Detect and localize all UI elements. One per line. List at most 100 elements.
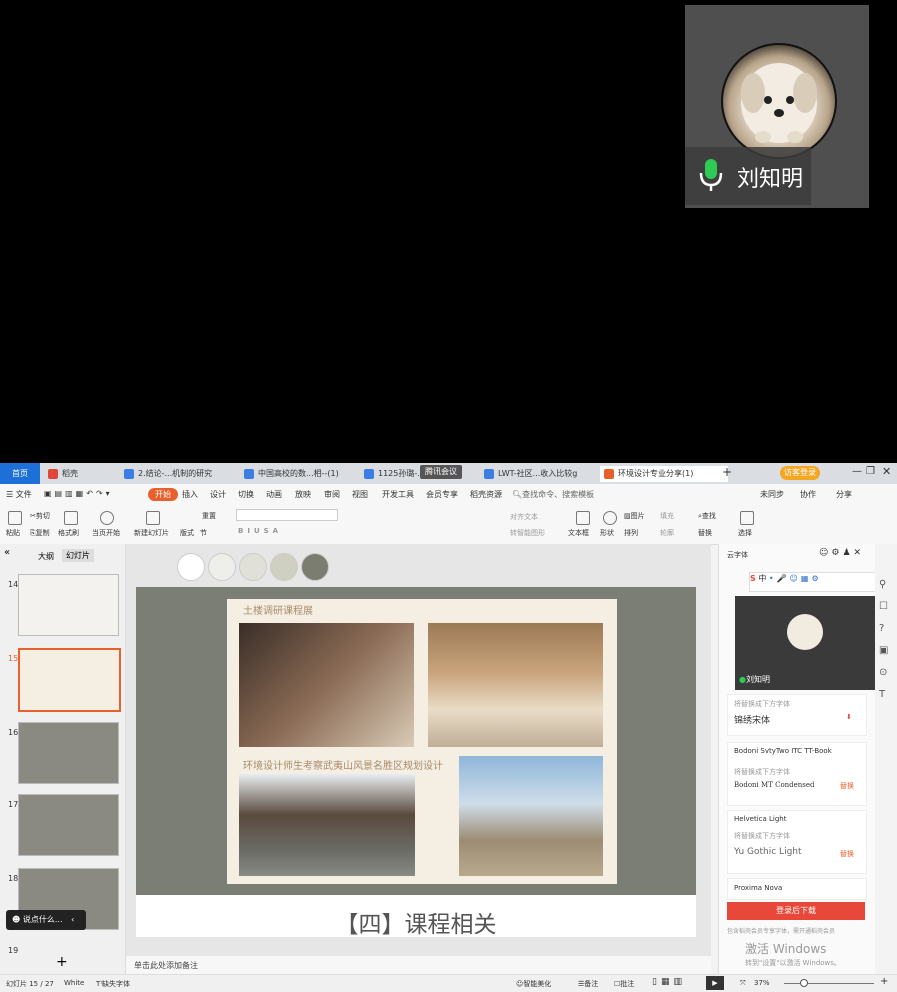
color-swatch[interactable]	[301, 553, 329, 581]
meeting-badge[interactable]: 腾讯会议	[420, 465, 462, 479]
tab-outline[interactable]: 大纲	[38, 551, 54, 562]
slide-thumbnail-15[interactable]	[18, 648, 121, 712]
play-from-current-button[interactable]: 当页开始	[92, 528, 120, 538]
comments-toggle[interactable]: ☐批注	[614, 979, 634, 989]
menu-review[interactable]: 审阅	[324, 489, 340, 500]
smart-beautify-button[interactable]: ☺智能美化	[516, 979, 551, 989]
tab-home[interactable]: 首页	[0, 463, 40, 484]
smart-art-button[interactable]: 转智能图形	[510, 528, 545, 538]
format-painter-label: 格式刷	[58, 529, 79, 537]
shape-button[interactable]: 形状	[600, 528, 614, 538]
new-slide-button[interactable]: 新建幻灯片	[134, 528, 169, 538]
sync-status[interactable]: 未同步	[760, 489, 784, 500]
play-slideshow-icon[interactable]: ▶	[706, 976, 724, 990]
add-slide-icon[interactable]: +	[56, 954, 68, 970]
mini-video-window[interactable]: ●刘知明	[735, 596, 875, 690]
current-slide[interactable]: 土楼调研课程展 环境设计师生考察武夷山风景名胜区规划设计 【四】课程相关	[136, 587, 696, 938]
menu-member[interactable]: 会员专享	[426, 489, 458, 500]
download-icon[interactable]: ⬇	[846, 713, 852, 721]
quick-access-icons[interactable]: ▣▤▥▦↶↷▾	[44, 489, 113, 498]
view-mode-icons[interactable]: ▯▦▥	[652, 977, 686, 987]
slide-number: 19	[8, 946, 19, 955]
arrange-button[interactable]: 排列	[624, 528, 638, 538]
align-text-button[interactable]: 对齐文本	[510, 512, 538, 522]
picture-button[interactable]: ▨图片	[624, 511, 645, 521]
outline-label: 轮廓	[660, 529, 674, 537]
cut-button[interactable]: ✂剪切	[30, 511, 50, 521]
slide-number: 14	[8, 580, 19, 589]
color-swatch[interactable]	[177, 553, 205, 581]
zoom-level: 37%	[754, 979, 770, 987]
section-button[interactable]: 节	[200, 528, 207, 538]
layout-button[interactable]: 版式	[180, 528, 194, 538]
tab-doc-4[interactable]: LWT-社区...收入比较g	[480, 466, 598, 482]
font-card[interactable]: Bodoni SvtyTwo ITC TT-Book 将替换成下方字体 Bodo…	[727, 742, 867, 806]
copy-button[interactable]: ⎘复制	[30, 528, 50, 538]
zoom-slider-handle[interactable]	[800, 979, 808, 987]
find-button[interactable]: ⌕查找	[698, 511, 716, 521]
menu-docer[interactable]: 稻壳资源	[470, 489, 502, 500]
format-painter-button[interactable]: 格式刷	[58, 528, 79, 538]
menu-developer[interactable]: 开发工具	[382, 489, 414, 500]
slide-thumbnail-17[interactable]	[18, 794, 119, 856]
tab-active-presentation[interactable]: 环境设计专业分享(1)	[600, 466, 728, 482]
color-swatch[interactable]	[208, 553, 236, 581]
tab-slides[interactable]: 幻灯片	[62, 549, 94, 562]
microphone-icon[interactable]	[697, 157, 725, 197]
paste-button[interactable]: 粘贴	[6, 528, 20, 538]
comments-label: 批注	[620, 980, 635, 988]
menu-home[interactable]: 开始	[148, 488, 178, 501]
reset-label: 重置	[202, 512, 216, 520]
participant-video-tile[interactable]: 刘知明	[685, 5, 869, 208]
font-family-select[interactable]	[236, 509, 338, 521]
menu-design[interactable]: 设计	[210, 489, 226, 500]
chat-input-bubble[interactable]: ☻ 说点什么... ‹	[6, 910, 86, 930]
menu-view[interactable]: 视图	[352, 489, 368, 500]
slide-thumbnail-14[interactable]	[18, 574, 119, 636]
ime-toolbar[interactable]: S 中 •🎤☺▦⚙	[749, 572, 878, 592]
login-download-button[interactable]: 登录后下载	[727, 902, 865, 920]
notes-toggle[interactable]: ☰备注	[578, 979, 598, 989]
slide-thumbnail-16[interactable]	[18, 722, 119, 784]
login-badge[interactable]: 访客登录	[780, 466, 820, 480]
participant-avatar	[721, 43, 837, 159]
menu-file[interactable]: ☰ 文件	[6, 489, 32, 500]
tab-doc-1[interactable]: 2.结论-...机制的研究	[120, 466, 238, 482]
panel-controls-icons[interactable]: ☺⚙♟✕	[819, 548, 864, 558]
collapse-panel-icon[interactable]: «	[4, 547, 10, 558]
menu-slideshow[interactable]: 放映	[295, 489, 311, 500]
restore-icon[interactable]: ❐	[866, 466, 875, 477]
zoom-in-icon[interactable]: +	[880, 976, 888, 987]
menu-insert[interactable]: 插入	[182, 489, 198, 500]
close-icon[interactable]: ✕	[882, 465, 891, 478]
text-box-label: 文本框	[568, 529, 589, 537]
new-tab-icon[interactable]: +	[722, 465, 732, 479]
fill-button[interactable]: 填充	[660, 511, 674, 521]
minimize-icon[interactable]: —	[852, 466, 862, 477]
replace-font-button[interactable]: 替换	[840, 849, 854, 859]
text-format-icons[interactable]: BIUSA	[238, 527, 282, 535]
select-button[interactable]: 选择	[738, 528, 752, 538]
share-button[interactable]: 分享	[836, 489, 852, 500]
collaborate-button[interactable]: 协作	[800, 489, 816, 500]
zoom-slider[interactable]	[784, 983, 874, 984]
replace-font-button[interactable]: 替换	[840, 781, 854, 791]
replace-button[interactable]: 替换	[698, 528, 712, 538]
tab-doc-2[interactable]: 中国高校的数...相--(1)	[240, 466, 358, 482]
color-swatch[interactable]	[239, 553, 267, 581]
text-box-button[interactable]: 文本框	[568, 528, 589, 538]
menu-animation[interactable]: 动画	[266, 489, 282, 500]
side-tool-icons[interactable]: ⚲ ☐ ? ▣ ⊙ T	[879, 574, 888, 706]
font-card[interactable]: 将替换成下方字体 锦绣宋体 ⬇	[727, 694, 867, 736]
fit-icon[interactable]: ⤧	[740, 979, 746, 988]
reset-button[interactable]: 重置	[202, 511, 216, 521]
font-card[interactable]: Proxima Nova	[727, 878, 867, 900]
menu-transition[interactable]: 切换	[238, 489, 254, 500]
tab-docer[interactable]: 稻壳	[44, 466, 132, 482]
command-search[interactable]: 🔍︎查找命令、搜索模板	[512, 489, 594, 500]
color-swatch[interactable]	[270, 553, 298, 581]
outline-button[interactable]: 轮廓	[660, 528, 674, 538]
notes-bar[interactable]: 单击此处添加备注	[126, 956, 711, 974]
missing-font-indicator[interactable]: T⁾缺失字体	[96, 979, 130, 989]
font-card[interactable]: Helvetica Light 将替换成下方字体 Yu Gothic Light…	[727, 810, 867, 874]
